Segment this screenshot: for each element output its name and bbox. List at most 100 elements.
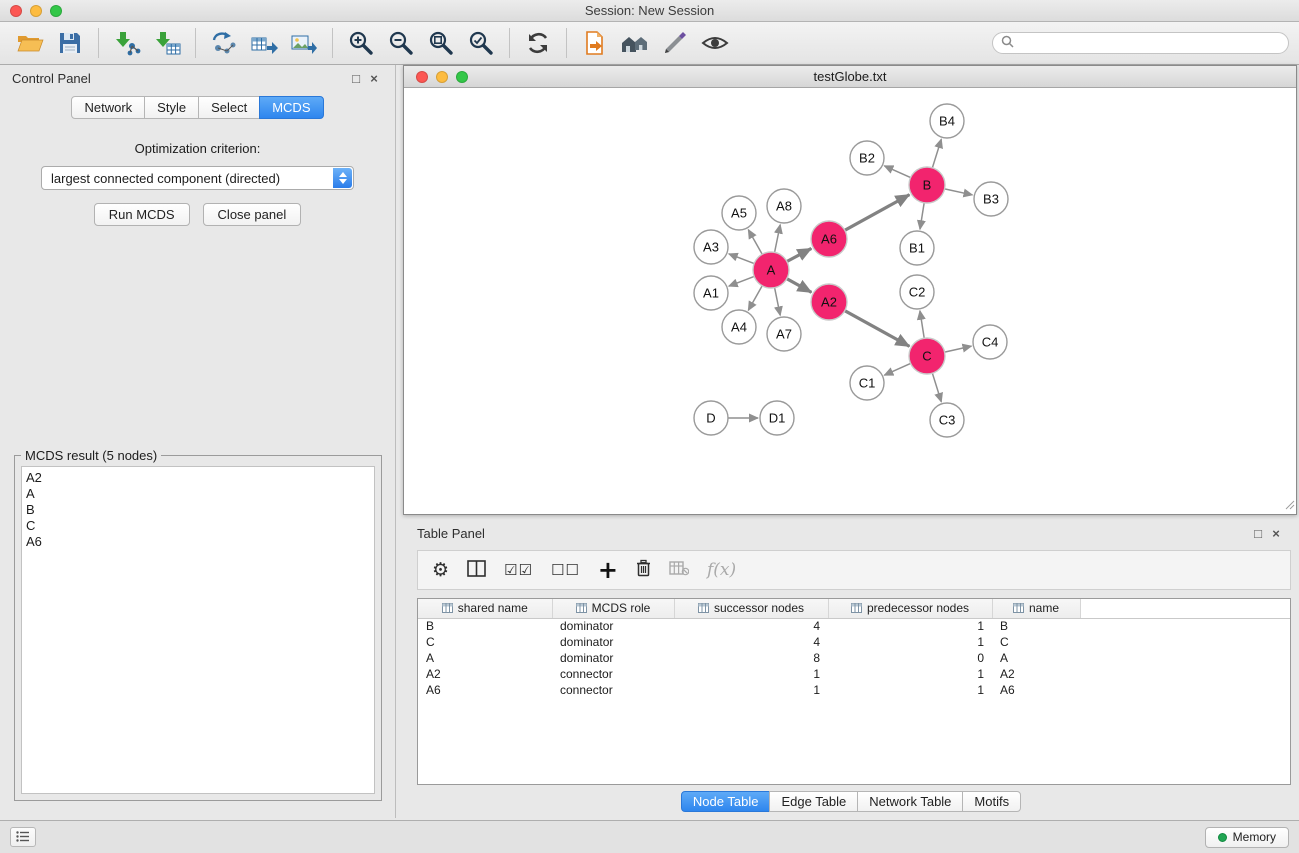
result-item[interactable]: B: [26, 502, 374, 518]
network-edge-A6-B[interactable]: [845, 195, 910, 231]
export-network-button[interactable]: [204, 26, 244, 60]
delete-column-trash-icon[interactable]: [636, 559, 651, 581]
table-cell[interactable]: C: [418, 634, 552, 650]
network-edge-A-A5[interactable]: [748, 230, 762, 255]
style-brush-button[interactable]: [655, 26, 695, 60]
table-row[interactable]: A2connector11A2: [418, 666, 1290, 682]
import-table-button[interactable]: [147, 26, 187, 60]
table-cell[interactable]: 4: [674, 634, 828, 650]
tab-style[interactable]: Style: [144, 96, 199, 119]
tab-node-table[interactable]: Node Table: [681, 791, 771, 812]
minimize-window-button[interactable]: [30, 5, 42, 17]
column-header[interactable]: successor nodes: [674, 599, 828, 618]
network-node-A[interactable]: A: [753, 252, 789, 288]
float-panel-icon[interactable]: □: [1249, 526, 1267, 541]
network-node-A1[interactable]: A1: [694, 276, 728, 310]
close-window-button[interactable]: [10, 5, 22, 17]
table-row[interactable]: Adominator80A: [418, 650, 1290, 666]
tab-motifs[interactable]: Motifs: [962, 791, 1021, 812]
table-cell[interactable]: 1: [828, 682, 992, 698]
optimization-criterion-dropdown[interactable]: largest connected component (directed): [41, 166, 354, 190]
zoom-selected-button[interactable]: [461, 26, 501, 60]
network-canvas[interactable]: B4B2BB3A5A8A6A3B1AA1C2A2A4A7C4CC1C3DD1: [404, 88, 1296, 514]
network-node-D[interactable]: D: [694, 401, 728, 435]
network-edge-A-A4[interactable]: [748, 286, 762, 311]
table-cell[interactable]: A2: [418, 666, 552, 682]
table-cell[interactable]: C: [992, 634, 1080, 650]
network-close-button[interactable]: [416, 71, 428, 83]
network-edge-A2-C[interactable]: [845, 311, 910, 347]
table-cell[interactable]: dominator: [552, 618, 674, 634]
save-session-button[interactable]: [50, 26, 90, 60]
close-panel-icon[interactable]: ×: [1267, 526, 1285, 541]
tab-edge-table[interactable]: Edge Table: [769, 791, 858, 812]
network-node-A7[interactable]: A7: [767, 317, 801, 351]
table-cell[interactable]: A6: [418, 682, 552, 698]
table-cell[interactable]: 1: [828, 634, 992, 650]
result-item[interactable]: A6: [26, 534, 374, 550]
network-node-C4[interactable]: C4: [973, 325, 1007, 359]
zoom-in-button[interactable]: [341, 26, 381, 60]
network-edge-B-B3[interactable]: [945, 189, 973, 195]
network-zoom-button[interactable]: [456, 71, 468, 83]
column-header[interactable]: shared name: [418, 599, 552, 618]
table-cell[interactable]: A: [418, 650, 552, 666]
network-node-A5[interactable]: A5: [722, 196, 756, 230]
table-row[interactable]: A6connector11A6: [418, 682, 1290, 698]
network-edge-A-A1[interactable]: [729, 276, 754, 286]
task-history-button[interactable]: [10, 827, 36, 847]
network-node-A2[interactable]: A2: [811, 284, 847, 320]
network-edge-C-C1[interactable]: [884, 363, 910, 375]
show-hide-button[interactable]: [695, 26, 735, 60]
network-edge-A-A2[interactable]: [787, 279, 812, 293]
network-window-titlebar[interactable]: testGlobe.txt: [404, 66, 1296, 88]
network-edge-A-A8[interactable]: [775, 225, 781, 253]
function-builder-icon[interactable]: f(x): [707, 562, 736, 579]
node-table-container[interactable]: shared nameMCDS rolesuccessor nodesprede…: [417, 598, 1291, 785]
deselect-all-rows-icon[interactable]: ☐☐: [551, 563, 580, 578]
table-cell[interactable]: 8: [674, 650, 828, 666]
network-node-A4[interactable]: A4: [722, 310, 756, 344]
resize-grip-icon[interactable]: [1283, 498, 1295, 513]
table-row[interactable]: Bdominator41B: [418, 618, 1290, 634]
network-minimize-button[interactable]: [436, 71, 448, 83]
table-cell[interactable]: connector: [552, 682, 674, 698]
home-view-button[interactable]: [615, 26, 655, 60]
table-cell[interactable]: 1: [674, 682, 828, 698]
network-node-A6[interactable]: A6: [811, 221, 847, 257]
float-panel-icon[interactable]: □: [347, 71, 365, 86]
zoom-window-button[interactable]: [50, 5, 62, 17]
memory-button[interactable]: Memory: [1205, 827, 1289, 848]
network-node-B[interactable]: B: [909, 167, 945, 203]
table-cell[interactable]: 4: [674, 618, 828, 634]
table-cell[interactable]: 1: [674, 666, 828, 682]
network-node-B3[interactable]: B3: [974, 182, 1008, 216]
table-settings-gear-icon[interactable]: ⚙: [432, 561, 449, 580]
table-cell[interactable]: A6: [992, 682, 1080, 698]
table-cell[interactable]: dominator: [552, 634, 674, 650]
column-visibility-icon[interactable]: [467, 560, 486, 581]
network-node-A3[interactable]: A3: [694, 230, 728, 264]
network-node-D1[interactable]: D1: [760, 401, 794, 435]
table-cell[interactable]: 1: [828, 618, 992, 634]
network-node-C3[interactable]: C3: [930, 403, 964, 437]
refresh-button[interactable]: [518, 26, 558, 60]
tab-select[interactable]: Select: [198, 96, 260, 119]
column-header[interactable]: MCDS role: [552, 599, 674, 618]
mcds-result-list[interactable]: A2ABCA6: [21, 466, 375, 794]
table-cell[interactable]: dominator: [552, 650, 674, 666]
table-cell[interactable]: A2: [992, 666, 1080, 682]
open-file-button[interactable]: [575, 26, 615, 60]
network-edge-A-A6[interactable]: [787, 248, 811, 261]
export-image-button[interactable]: [284, 26, 324, 60]
close-panel-button[interactable]: Close panel: [203, 203, 302, 226]
result-item[interactable]: A2: [26, 470, 374, 486]
search-input[interactable]: [1019, 36, 1280, 50]
add-column-icon[interactable]: +: [598, 558, 618, 582]
export-table-button[interactable]: [244, 26, 284, 60]
network-node-C1[interactable]: C1: [850, 366, 884, 400]
tab-network[interactable]: Network: [71, 96, 145, 119]
tab-network-table[interactable]: Network Table: [857, 791, 963, 812]
table-cell[interactable]: A: [992, 650, 1080, 666]
network-node-B1[interactable]: B1: [900, 231, 934, 265]
